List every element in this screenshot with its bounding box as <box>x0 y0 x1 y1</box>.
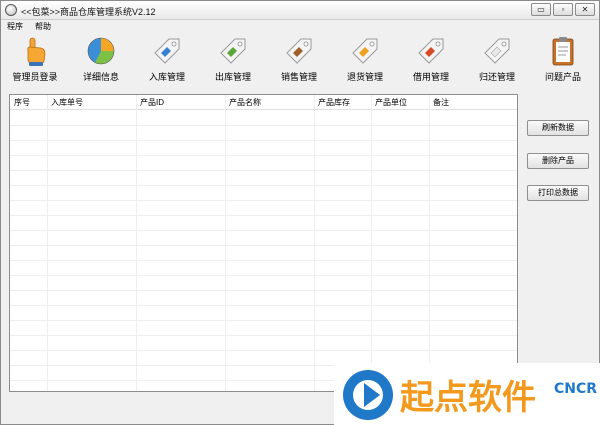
column-header[interactable]: 产品ID <box>140 97 164 108</box>
svg-text:CNCR: CNCR <box>554 381 597 397</box>
problem-products-button[interactable]: 问题产品 <box>531 35 595 89</box>
app-window: <<包菜>>商品仓库管理系统V2.12 ▭ ▫ ✕ 程序 帮助 管理员登录 详细… <box>0 0 600 425</box>
row-divider <box>10 215 517 216</box>
pie-chart-icon <box>87 37 115 65</box>
stock-in-label: 入库管理 <box>148 72 185 82</box>
window-title: <<包菜>>商品仓库管理系统V2.12 <box>21 7 156 17</box>
row-divider <box>10 320 517 321</box>
row-divider <box>10 245 517 246</box>
clipboard-icon <box>552 37 574 66</box>
tag-blue-icon <box>154 38 180 64</box>
details-label: 详细信息 <box>82 72 119 82</box>
sales-label: 销售管理 <box>280 72 317 82</box>
tag-green-icon <box>220 38 246 64</box>
close-button[interactable]: ✕ <box>575 3 595 16</box>
toolbar: 管理员登录 详细信息 入库管理 出库管理 销售管理 退货管理 借用管理 归还管理… <box>1 33 599 91</box>
watermark-logo: 起点软件 CNCR <box>334 363 600 425</box>
row-divider <box>10 260 517 261</box>
row-divider <box>10 125 517 126</box>
returns-label: 退货管理 <box>346 72 383 82</box>
stock-out-button[interactable]: 出库管理 <box>201 35 265 89</box>
admin-login-label: 管理员登录 <box>12 72 58 82</box>
menu-bar: 程序 帮助 <box>1 20 599 33</box>
details-button[interactable]: 详细信息 <box>69 35 133 89</box>
app-icon[interactable] <box>5 4 17 16</box>
window-controls: ▭ ▫ ✕ <box>531 3 595 16</box>
tag-white-icon <box>484 38 510 64</box>
title-bar[interactable]: <<包菜>>商品仓库管理系统V2.12 ▭ ▫ ✕ <box>1 1 599 20</box>
returns-button[interactable]: 退货管理 <box>333 35 397 89</box>
column-header[interactable]: 序号 <box>14 97 30 108</box>
product-table[interactable]: 序号 入库单号 产品ID 产品名称 产品库存 产品单位 备注 <box>9 94 518 392</box>
return-borrowed-label: 归还管理 <box>478 72 515 82</box>
column-header[interactable]: 入库单号 <box>51 97 83 108</box>
return-borrowed-button[interactable]: 归还管理 <box>465 35 529 89</box>
menu-help[interactable]: 帮助 <box>35 21 51 32</box>
problem-products-label: 问题产品 <box>544 72 581 82</box>
column-header[interactable]: 备注 <box>433 97 449 108</box>
maximize-button[interactable]: ▫ <box>553 3 573 16</box>
svg-text:起点软件: 起点软件 <box>400 378 536 418</box>
stock-out-label: 出库管理 <box>214 72 251 82</box>
row-divider <box>10 230 517 231</box>
tag-orange-icon <box>352 38 378 64</box>
column-header[interactable]: 产品库存 <box>318 97 350 108</box>
sales-button[interactable]: 销售管理 <box>267 35 331 89</box>
delete-product-button[interactable]: 删除产品 <box>527 153 589 169</box>
row-divider <box>10 290 517 291</box>
row-divider <box>10 305 517 306</box>
admin-login-button[interactable]: 管理员登录 <box>3 35 67 89</box>
refresh-data-button[interactable]: 刷新数据 <box>527 120 589 136</box>
hand-pointer-icon <box>27 37 46 66</box>
borrow-button[interactable]: 借用管理 <box>399 35 463 89</box>
column-header[interactable]: 产品单位 <box>375 97 407 108</box>
table-header: 序号 入库单号 产品ID 产品名称 产品库存 产品单位 备注 <box>10 95 517 110</box>
row-divider <box>10 275 517 276</box>
row-divider <box>10 350 517 351</box>
row-divider <box>10 335 517 336</box>
row-divider <box>10 140 517 141</box>
row-divider <box>10 170 517 171</box>
minimize-button[interactable]: ▭ <box>531 3 551 16</box>
row-divider <box>10 155 517 156</box>
tag-red-icon <box>418 38 444 64</box>
borrow-label: 借用管理 <box>412 72 449 82</box>
row-divider <box>10 185 517 186</box>
row-divider <box>10 200 517 201</box>
print-all-data-button[interactable]: 打印总数据 <box>527 185 589 201</box>
tag-brown-icon <box>286 38 312 64</box>
stock-in-button[interactable]: 入库管理 <box>135 35 199 89</box>
column-header[interactable]: 产品名称 <box>229 97 261 108</box>
menu-program[interactable]: 程序 <box>7 21 23 32</box>
